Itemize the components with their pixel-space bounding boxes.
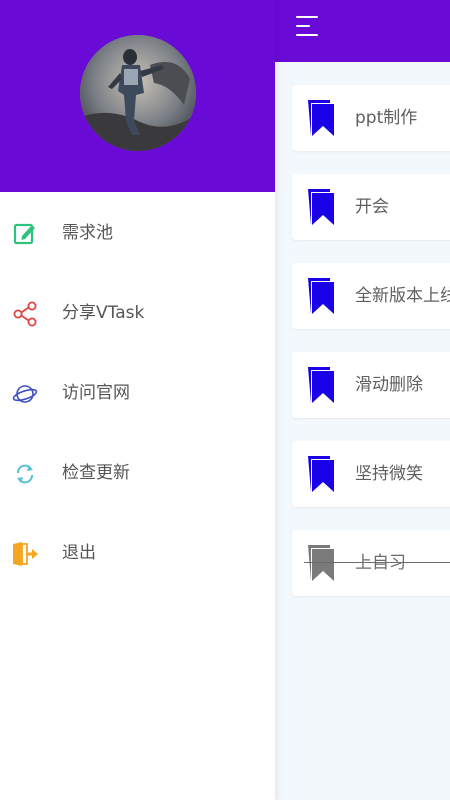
task-card[interactable]: ppt制作 (292, 85, 450, 151)
edit-icon (13, 223, 35, 245)
avatar-image (80, 35, 196, 151)
task-card[interactable]: 坚持微笑 (292, 441, 450, 507)
drawer-item-requirements[interactable]: 需求池 (0, 203, 275, 263)
bookmark-icon (308, 100, 334, 136)
task-title: 开会 (355, 197, 389, 217)
task-title: 全新版本上线 (355, 286, 450, 306)
bookmark-icon (308, 367, 334, 403)
exit-door-icon (13, 542, 38, 566)
task-card[interactable]: 滑动删除 (292, 352, 450, 418)
drawer-item-check-update[interactable]: 检查更新 (0, 443, 275, 503)
planet-icon (12, 385, 38, 403)
task-title: 上自习 (355, 553, 406, 573)
drawer-item-label: 访问官网 (62, 383, 130, 403)
drawer-item-share[interactable]: 分享VTask (0, 283, 275, 343)
task-card[interactable]: 开会 (292, 174, 450, 240)
bookmark-icon (308, 278, 334, 314)
drawer-item-label: 检查更新 (62, 463, 130, 483)
drawer-item-label: 退出 (62, 543, 96, 563)
task-title: 坚持微笑 (355, 464, 423, 484)
task-title: ppt制作 (355, 108, 418, 128)
share-icon (13, 301, 37, 327)
drawer-item-website[interactable]: 访问官网 (0, 363, 275, 423)
menu-icon[interactable] (296, 16, 320, 38)
task-title: 滑动删除 (355, 375, 423, 395)
drawer-item-label: 需求池 (62, 223, 113, 243)
drawer-header (0, 0, 275, 192)
bookmark-icon (308, 545, 334, 581)
drawer-item-exit[interactable]: 退出 (0, 523, 275, 583)
drawer-item-label: 分享VTask (62, 303, 145, 323)
task-card[interactable]: 全新版本上线 (292, 263, 450, 329)
strikethrough-line (304, 562, 450, 563)
task-card-completed[interactable]: 上自习 (292, 530, 450, 596)
navigation-drawer: 需求池 分享VTask 访问官网 检查更新 退出 (0, 0, 275, 800)
bookmark-icon (308, 456, 334, 492)
refresh-icon (17, 464, 33, 484)
bookmark-icon (308, 189, 334, 225)
avatar[interactable] (80, 35, 196, 151)
